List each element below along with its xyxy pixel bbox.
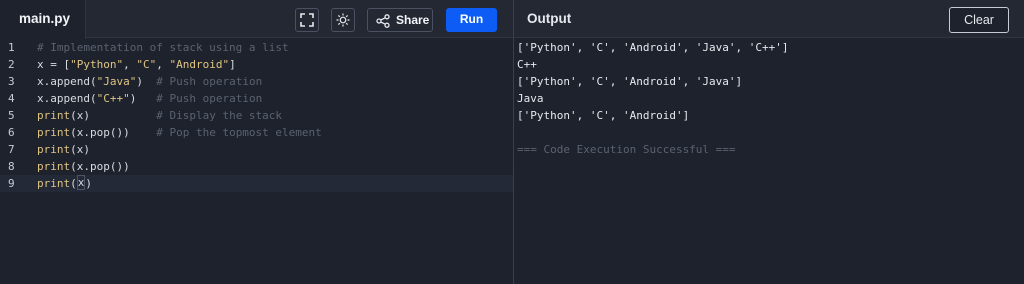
code-line[interactable]: 5 print(x) # Display the stack	[0, 107, 513, 124]
line-number: 3	[8, 75, 15, 88]
output-title: Output	[527, 11, 572, 26]
code-string: "Android"	[169, 58, 230, 71]
output-line: ['Python', 'C', 'Android']	[517, 109, 690, 122]
code-token: x.append(	[37, 75, 97, 88]
code-line[interactable]: 3 x.append("Java") # Push operation	[0, 73, 513, 90]
code-function: print	[37, 109, 71, 122]
editor-toolbar: main.py Share Run	[0, 0, 513, 39]
share-button[interactable]: Share	[367, 8, 433, 32]
code-string: "Python"	[70, 58, 124, 71]
code-text: x = ["Python", "C", "Android"]	[37, 56, 236, 73]
code-line[interactable]: 7 print(x)	[0, 141, 513, 158]
code-line[interactable]: 9 print(x)	[0, 175, 513, 192]
code-line[interactable]: 8 print(x.pop())	[0, 158, 513, 175]
code-line[interactable]: 1 # Implementation of stack using a list	[0, 39, 513, 56]
line-number: 2	[8, 58, 15, 71]
fullscreen-button[interactable]	[295, 8, 319, 32]
sun-icon	[336, 13, 350, 27]
output-header: Output Clear	[514, 0, 1024, 38]
editor-panel: main.py Share Run 1 # Implementation of …	[0, 0, 513, 284]
code-function: print	[37, 177, 71, 190]
code-function: print	[37, 160, 71, 173]
code-token: )	[129, 92, 157, 105]
line-number: 7	[8, 143, 15, 156]
share-icon	[376, 14, 390, 28]
code-text: x.append("Java") # Push operation	[37, 73, 262, 90]
run-button[interactable]: Run	[446, 8, 497, 32]
output-panel: Output Clear ['Python', 'C', 'Android', …	[514, 0, 1024, 284]
execution-status: === Code Execution Successful ===	[517, 143, 736, 156]
code-text: print(x.pop()) # Pop the topmost element	[37, 124, 322, 141]
share-label: Share	[396, 13, 430, 27]
code-string: "C"	[136, 58, 157, 71]
code-token: x.append(	[37, 92, 97, 105]
output-line: ['Python', 'C', 'Android', 'Java', 'C++'…	[517, 41, 789, 54]
code-token: (x.pop())	[70, 126, 157, 139]
code-token: (x)	[70, 109, 157, 122]
file-tab[interactable]: main.py	[0, 0, 86, 39]
code-text: # Implementation of stack using a list	[37, 39, 289, 56]
line-number: 4	[8, 92, 15, 105]
code-string: "C++"	[96, 92, 130, 105]
code-token: (	[70, 177, 77, 190]
code-text: print(x)	[37, 141, 90, 158]
code-comment: # Push operation	[156, 75, 263, 88]
output-line: Java	[517, 92, 544, 105]
file-tab-label: main.py	[19, 11, 71, 26]
fullscreen-icon	[300, 13, 314, 27]
clear-button[interactable]: Clear	[949, 7, 1009, 33]
code-line[interactable]: 6 print(x.pop()) # Pop the topmost elemen…	[0, 124, 513, 141]
code-line[interactable]: 4 x.append("C++") # Push operation	[0, 90, 513, 107]
line-number: 1	[8, 41, 15, 54]
output-line: C++	[517, 58, 537, 71]
code-text: x.append("C++") # Push operation	[37, 90, 262, 107]
code-token: (x)	[70, 143, 90, 156]
code-token: ]	[229, 58, 236, 71]
run-label: Run	[459, 12, 484, 26]
line-number: 8	[8, 160, 15, 173]
code-text: print(x)	[37, 175, 92, 192]
line-number: 9	[8, 177, 15, 190]
theme-toggle-button[interactable]	[331, 8, 355, 32]
line-number: 5	[8, 109, 15, 122]
line-number: 6	[8, 126, 15, 139]
code-editor[interactable]: 1 # Implementation of stack using a list 2…	[0, 38, 513, 284]
code-token: )	[85, 177, 92, 190]
code-token: )	[136, 75, 157, 88]
code-token: x = [	[37, 58, 71, 71]
clear-label: Clear	[964, 13, 994, 27]
code-function: print	[37, 143, 71, 156]
code-comment: # Pop the topmost element	[156, 126, 322, 139]
code-comment: # Display the stack	[156, 109, 283, 122]
code-string: "Java"	[96, 75, 137, 88]
code-token: ,	[123, 58, 137, 71]
code-comment: # Implementation of stack using a list	[37, 41, 289, 54]
code-function: print	[37, 126, 71, 139]
code-token: ,	[156, 58, 170, 71]
code-comment: # Push operation	[156, 92, 263, 105]
code-text: print(x.pop())	[37, 158, 130, 175]
code-text: print(x) # Display the stack	[37, 107, 282, 124]
code-line[interactable]: 2 x = ["Python", "C", "Android"]	[0, 56, 513, 73]
code-token: (x.pop())	[70, 160, 130, 173]
output-line: ['Python', 'C', 'Android', 'Java']	[517, 75, 743, 88]
